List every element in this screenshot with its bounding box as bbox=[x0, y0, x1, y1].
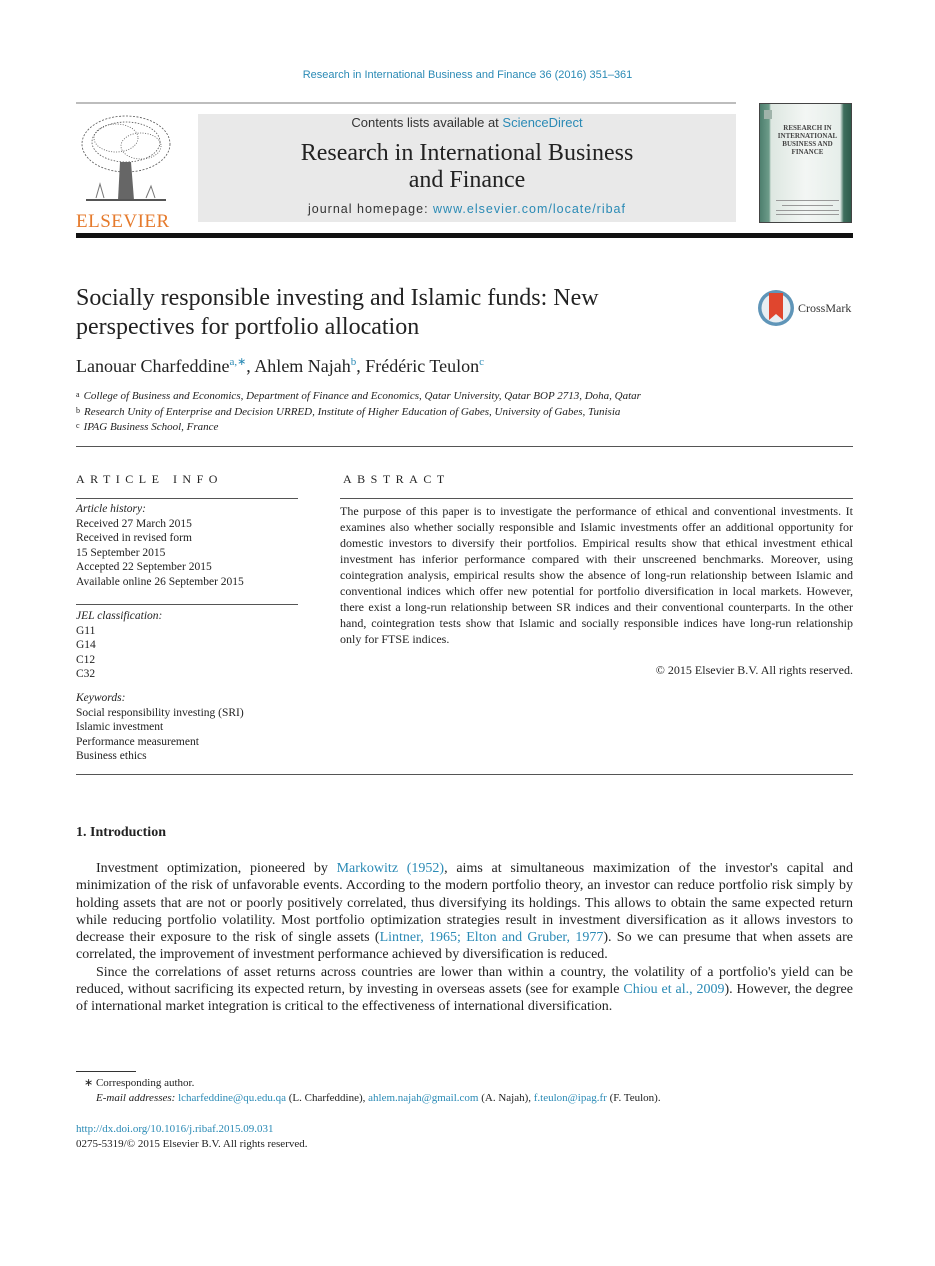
author-name[interactable]: Lanouar Charfeddine bbox=[76, 356, 229, 376]
journal-title-line2: and Finance bbox=[408, 167, 526, 193]
doi-link[interactable]: http://dx.doi.org/10.1016/j.ribaf.2015.0… bbox=[76, 1122, 308, 1137]
divider bbox=[340, 498, 853, 499]
article-history: Article history: Received 27 March 2015 … bbox=[76, 502, 298, 589]
keywords: Keywords: Social responsibility investin… bbox=[76, 691, 298, 764]
divider bbox=[76, 498, 298, 499]
affiliation: b Research Unity of Enterprise and Decisi… bbox=[76, 404, 641, 420]
keyword: Business ethics bbox=[76, 750, 147, 762]
divider bbox=[76, 774, 853, 775]
history-item: Available online 26 September 2015 bbox=[76, 575, 244, 588]
affiliation: a College of Business and Economics, Depa… bbox=[76, 388, 641, 404]
keyword: Performance measurement bbox=[76, 735, 199, 748]
elsevier-logo[interactable]: ELSEVIER bbox=[76, 112, 176, 232]
text-run: Investment optimization, pioneered by bbox=[96, 861, 337, 876]
homepage-link[interactable]: www.elsevier.com/locate/ribaf bbox=[433, 202, 626, 216]
jel-code: C12 bbox=[76, 653, 96, 666]
corresponding-author-note: ∗ Corresponding author. bbox=[84, 1077, 195, 1089]
footnote-rule bbox=[76, 1071, 136, 1072]
email-label: E-mail addresses: bbox=[96, 1091, 179, 1104]
history-item: 15 September 2015 bbox=[76, 546, 166, 559]
running-head[interactable]: Research in International Business and F… bbox=[0, 69, 935, 81]
crossmark-button[interactable]: CrossMark bbox=[756, 288, 856, 328]
author-list: Lanouar Charfeddinea,∗, Ahlem Najahb, Fr… bbox=[76, 355, 484, 377]
history-item: Accepted 22 September 2015 bbox=[76, 561, 212, 573]
divider bbox=[76, 446, 853, 447]
crossmark-icon bbox=[758, 290, 794, 326]
header-thick-rule bbox=[76, 233, 853, 238]
jel-classification: JEL classification: G11 G14 C12 C32 bbox=[76, 609, 298, 682]
divider bbox=[76, 604, 298, 605]
homepage-prefix: journal homepage: bbox=[308, 202, 434, 216]
doi-block: http://dx.doi.org/10.1016/j.ribaf.2015.0… bbox=[76, 1122, 308, 1151]
cover-line bbox=[782, 205, 833, 206]
introduction-body: Investment optimization, pioneered by Ma… bbox=[76, 860, 853, 1016]
crossmark-label: CrossMark bbox=[798, 301, 852, 315]
contents-prefix: Contents lists available at bbox=[351, 115, 503, 130]
email-owner: (F. Teulon). bbox=[606, 1091, 661, 1104]
email-owner: (A. Najah), bbox=[478, 1091, 534, 1104]
abstract-text: The purpose of this paper is to investig… bbox=[340, 504, 853, 646]
cover-line bbox=[776, 210, 839, 211]
affiliation-mark: c bbox=[76, 421, 80, 430]
tree-icon bbox=[81, 115, 171, 201]
article-info-heading: ARTICLE INFO bbox=[76, 472, 223, 486]
affiliation-mark: a bbox=[76, 390, 80, 399]
history-label: Article history: bbox=[76, 503, 146, 515]
keyword: Social responsibility investing (SRI) bbox=[76, 706, 244, 719]
jel-label: JEL classification: bbox=[76, 610, 163, 622]
jel-code: C32 bbox=[76, 668, 96, 680]
affiliation-text: Research Unity of Enterprise and Decisio… bbox=[84, 405, 621, 418]
affiliation-text: IPAG Business School, France bbox=[83, 421, 219, 433]
author-name[interactable]: Ahlem Najah bbox=[254, 356, 350, 376]
section-heading-introduction: 1. Introduction bbox=[76, 825, 166, 840]
journal-cover-thumbnail[interactable]: RESEARCH IN INTERNATIONAL BUSINESS AND F… bbox=[759, 103, 852, 223]
author-name[interactable]: Frédéric Teulon bbox=[365, 356, 479, 376]
journal-title-line1: Research in International Business bbox=[300, 140, 634, 166]
issn-copyright: 0275-5319/© 2015 Elsevier B.V. All right… bbox=[76, 1137, 308, 1150]
history-item: Received 27 March 2015 bbox=[76, 517, 192, 530]
author-affil-mark[interactable]: c bbox=[479, 356, 484, 368]
journal-title: Research in International Business and F… bbox=[198, 140, 736, 194]
cover-line bbox=[776, 200, 839, 201]
jel-code: G14 bbox=[76, 639, 96, 651]
homepage-line: journal homepage: www.elsevier.com/locat… bbox=[198, 202, 736, 216]
citation-link[interactable]: Lintner, 1965; Elton and Gruber, 1977 bbox=[380, 930, 604, 945]
affiliations: a College of Business and Economics, Depa… bbox=[76, 388, 641, 435]
citation-link[interactable]: Markowitz (1952) bbox=[337, 861, 445, 876]
email-link[interactable]: lcharfeddine@qu.edu.qa bbox=[178, 1092, 286, 1104]
footnotes: ∗ Corresponding author. E-mail addresses… bbox=[76, 1076, 661, 1105]
publisher-logo-text: ELSEVIER bbox=[76, 211, 170, 232]
author-separator: , bbox=[356, 356, 366, 376]
paragraph: Since the correlations of asset returns … bbox=[76, 964, 853, 1016]
keywords-label: Keywords: bbox=[76, 692, 126, 704]
abstract-heading: ABSTRACT bbox=[343, 472, 450, 486]
email-link[interactable]: f.teulon@ipag.fr bbox=[534, 1092, 607, 1104]
sciencedirect-link[interactable]: ScienceDirect bbox=[502, 115, 582, 130]
email-addresses: E-mail addresses: lcharfeddine@qu.edu.qa… bbox=[76, 1091, 661, 1106]
affiliation: c IPAG Business School, France bbox=[76, 419, 641, 435]
cover-logo-icon bbox=[764, 110, 772, 119]
jel-code: G11 bbox=[76, 624, 96, 637]
paragraph: Investment optimization, pioneered by Ma… bbox=[76, 860, 853, 964]
abstract-copyright: © 2015 Elsevier B.V. All rights reserved… bbox=[655, 663, 853, 677]
journal-banner: Contents lists available at ScienceDirec… bbox=[198, 114, 736, 222]
history-item: Received in revised form bbox=[76, 532, 192, 544]
citation-link[interactable]: Chiou et al., 2009 bbox=[623, 982, 724, 997]
author-affil-mark[interactable]: a,∗ bbox=[229, 356, 246, 368]
email-link[interactable]: ahlem.najah@gmail.com bbox=[368, 1092, 478, 1104]
email-owner: (L. Charfeddine), bbox=[285, 1091, 369, 1104]
contents-line: Contents lists available at ScienceDirec… bbox=[198, 115, 736, 130]
header-rule bbox=[76, 102, 736, 104]
affiliation-text: College of Business and Economics, Depar… bbox=[83, 390, 641, 402]
affiliation-mark: b bbox=[76, 405, 80, 415]
article-title: Socially responsible investing and Islam… bbox=[76, 285, 599, 340]
cover-title: RESEARCH IN INTERNATIONAL BUSINESS AND F… bbox=[777, 124, 838, 156]
cover-line bbox=[776, 214, 839, 215]
keyword: Islamic investment bbox=[76, 721, 164, 733]
